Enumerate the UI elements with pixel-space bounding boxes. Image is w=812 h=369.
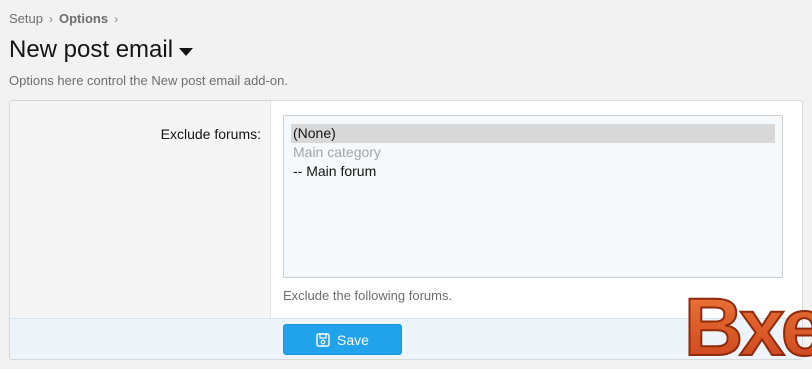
breadcrumb-item-setup[interactable]: Setup	[9, 11, 43, 26]
chevron-right-icon: ›	[48, 11, 53, 26]
field-label: Exclude forums:	[160, 126, 261, 142]
option-main-category: Main category	[293, 144, 381, 160]
save-icon	[316, 332, 330, 347]
caret-down-icon[interactable]	[179, 48, 194, 56]
save-button-label: Save	[337, 331, 369, 348]
page-title[interactable]: New post email	[9, 36, 194, 64]
breadcrumb: Setup › Options ›	[9, 11, 124, 26]
bxen-watermark-logo: Bxen	[683, 281, 812, 369]
option-main-forum[interactable]: -- Main forum	[291, 162, 775, 181]
field-label-cell: Exclude forums:	[10, 101, 271, 318]
page-title-text: New post email	[9, 36, 174, 63]
field-hint: Exclude the following forums.	[283, 288, 453, 303]
breadcrumb-item-options[interactable]: Options	[59, 11, 108, 26]
chevron-right-icon: ›	[114, 11, 119, 26]
svg-text:Bxen: Bxen	[684, 282, 812, 369]
save-button[interactable]: Save	[283, 324, 402, 355]
option-none[interactable]: (None)	[291, 124, 775, 143]
page-description: Options here control the New post email …	[9, 73, 288, 88]
